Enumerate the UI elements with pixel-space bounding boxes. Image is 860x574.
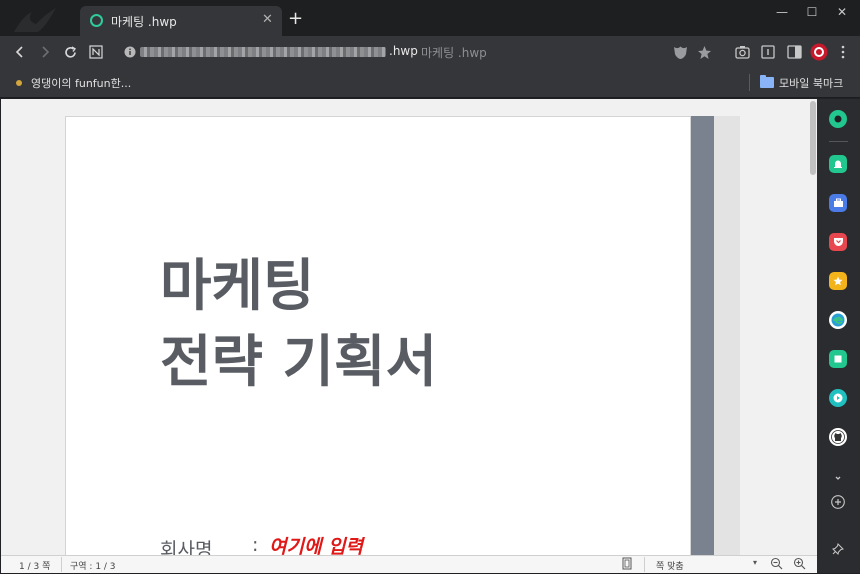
page-indicator: 1 / 3 쪽	[19, 562, 51, 572]
tab-favicon-icon	[90, 14, 103, 27]
zoom-out-icon	[770, 557, 783, 570]
sidebar-edge-button[interactable]	[829, 311, 847, 329]
whale-logo-icon	[14, 8, 56, 32]
sidebar-toggle-button[interactable]	[785, 43, 803, 61]
forward-button[interactable]	[36, 43, 54, 61]
bookmark-item[interactable]: 영댕이의 funfun한...	[31, 75, 131, 91]
capture-button[interactable]	[733, 43, 751, 61]
tab-close-icon[interactable]: ✕	[262, 12, 273, 28]
zoom-out-button[interactable]	[770, 557, 784, 572]
bookmark-bar: 영댕이의 funfun한... 모바일 북마크	[0, 68, 860, 98]
folder-icon	[760, 75, 774, 88]
whale-home-icon	[834, 115, 842, 123]
back-button[interactable]	[11, 43, 29, 61]
shield-button[interactable]	[671, 43, 689, 61]
shield-icon	[673, 46, 687, 59]
bookmark-star-button[interactable]	[695, 43, 713, 61]
status-divider	[61, 557, 62, 572]
sidebar-memo-button[interactable]	[829, 350, 847, 368]
side-panel	[817, 99, 860, 573]
profile-avatar-icon	[810, 43, 828, 61]
viewer-status-bar: 1 / 3 쪽 구역 : 1 / 3 쪽 맞춤 ▾	[1, 555, 817, 573]
tab-title: 마케팅 .hwp	[111, 15, 177, 29]
reload-button[interactable]	[61, 43, 79, 61]
side-panel-divider	[829, 141, 848, 142]
scrollbar-thumb[interactable]	[810, 101, 816, 175]
vertical-scrollbar[interactable]	[809, 99, 817, 555]
close-window-button[interactable]: ✕	[828, 4, 856, 20]
github-cat-icon	[831, 430, 845, 444]
mobile-bookmarks-folder[interactable]: 모바일 북마크	[779, 75, 843, 91]
sidebar-icon	[786, 45, 802, 59]
page-view-button[interactable]	[621, 557, 635, 572]
sidebar-favorites-button[interactable]	[829, 272, 847, 290]
address-file-ext[interactable]: .hwp	[389, 44, 418, 58]
camera-icon	[734, 46, 750, 59]
reader-icon	[761, 45, 775, 59]
sidebar-github-button[interactable]	[829, 428, 847, 446]
sidebar-tools-button[interactable]	[829, 194, 847, 212]
back-arrow-icon	[15, 46, 23, 58]
info-icon	[124, 46, 136, 58]
sidebar-home-button[interactable]	[829, 110, 847, 128]
zoom-in-icon	[793, 557, 806, 570]
new-tab-button[interactable]: +	[288, 10, 303, 28]
sidebar-add-button[interactable]	[829, 493, 847, 511]
bell-icon	[834, 160, 842, 168]
page-side-band	[691, 116, 714, 555]
memo-icon	[834, 355, 842, 363]
sidebar-pocket-button[interactable]	[829, 233, 847, 251]
site-info-button[interactable]	[121, 43, 139, 61]
pin-icon	[832, 543, 844, 555]
company-label: 회사명	[160, 539, 213, 555]
more-vertical-icon	[841, 45, 845, 59]
favorite-star-icon	[833, 276, 843, 286]
bookmark-favicon-icon	[16, 80, 22, 86]
document-title-line2: 전략 기획서	[160, 330, 438, 395]
active-tab[interactable]: 마케팅 .hwp ✕	[80, 6, 282, 36]
sidebar-notification-button[interactable]	[829, 155, 847, 173]
pocket-icon	[833, 238, 843, 246]
company-colon: :	[252, 534, 259, 555]
star-icon	[697, 45, 711, 59]
play-icon	[833, 393, 843, 403]
page-side-margin	[714, 116, 740, 555]
menu-button[interactable]	[834, 43, 852, 61]
address-redacted[interactable]	[140, 47, 386, 57]
reader-button[interactable]	[759, 43, 777, 61]
chevron-down-icon	[835, 476, 841, 480]
status-divider	[644, 557, 645, 572]
bookmark-divider	[749, 74, 750, 91]
section-indicator: 구역 : 1 / 3	[70, 562, 116, 572]
sidebar-more-button[interactable]	[829, 469, 847, 487]
naver-button[interactable]	[87, 43, 105, 61]
page-view-icon	[622, 557, 632, 570]
company-input-placeholder[interactable]: 여기에 입력	[269, 532, 363, 555]
document-page: 마케팅 전략 기획서 회사명 : 여기에 입력	[65, 116, 691, 555]
edge-browser-icon	[831, 313, 845, 327]
browser-toolbar: .hwp 마케팅 .hwp	[0, 36, 860, 68]
profile-button[interactable]	[810, 43, 828, 61]
sidebar-player-button[interactable]	[829, 389, 847, 407]
maximize-button[interactable]: ☐	[798, 4, 826, 20]
document-viewer[interactable]: 마케팅 전략 기획서 회사명 : 여기에 입력	[1, 99, 817, 555]
zoom-in-button[interactable]	[793, 557, 807, 572]
minimize-button[interactable]: —	[768, 4, 796, 20]
toolbox-icon	[833, 198, 843, 207]
tab-strip: 마케팅 .hwp ✕ + — ☐ ✕	[0, 0, 860, 36]
sidebar-pin-button[interactable]	[829, 540, 847, 558]
reload-icon	[64, 45, 76, 58]
add-circle-icon	[831, 495, 845, 509]
address-page-title[interactable]: 마케팅 .hwp	[421, 44, 487, 61]
zoom-dropdown-icon[interactable]: ▾	[753, 558, 757, 567]
forward-arrow-icon	[42, 46, 50, 58]
naver-n-icon	[89, 45, 103, 59]
document-title-line1: 마케팅	[160, 254, 315, 319]
zoom-select[interactable]: 쪽 맞춤	[656, 559, 684, 572]
